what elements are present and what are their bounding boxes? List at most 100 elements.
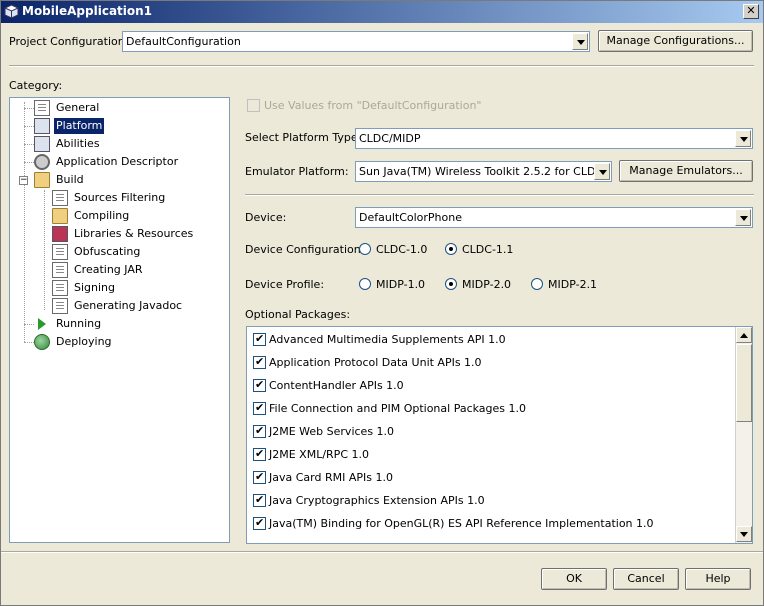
category-item-label: Sources Filtering (74, 191, 166, 204)
tree-guide (24, 342, 34, 343)
package-checkbox[interactable] (253, 447, 266, 461)
package-label: J2ME Web Services 1.0 (269, 425, 395, 438)
device-combo[interactable]: DefaultColorPhone (355, 207, 753, 228)
package-label: J2ME XML/RPC 1.0 (269, 448, 369, 461)
cancel-button[interactable]: Cancel (613, 568, 679, 590)
category-label: Category: (9, 79, 63, 92)
divider (9, 65, 754, 67)
vertical-scrollbar[interactable] (735, 327, 752, 543)
help-button[interactable]: Help (685, 568, 751, 590)
package-checkbox[interactable] (253, 332, 266, 346)
package-checkbox[interactable] (253, 355, 266, 369)
radio-midp-1-0-label: MIDP-1.0 (376, 278, 426, 291)
tree-guide (24, 162, 34, 163)
document-icon (52, 262, 68, 278)
emulator-platform-label: Emulator Platform: (245, 165, 349, 178)
scroll-thumb[interactable] (736, 344, 752, 422)
tree-guide (24, 102, 25, 342)
tree-guide (24, 144, 34, 145)
platform-type-value: CLDC/MIDP (359, 132, 421, 145)
package-checkbox[interactable] (253, 378, 266, 392)
globe-icon (34, 334, 50, 350)
app-cube-icon (4, 4, 19, 19)
radio-midp-2-1[interactable] (531, 278, 543, 290)
package-checkbox[interactable] (253, 516, 266, 530)
package-label: Application Protocol Data Unit APIs 1.0 (269, 356, 482, 369)
radio-midp-1-0[interactable] (359, 278, 371, 290)
folder-icon (34, 172, 50, 188)
emulator-platform-combo[interactable]: Sun Java(TM) Wireless Toolkit 2.5.2 for … (355, 161, 612, 182)
device-profile-label: Device Profile: (245, 278, 325, 291)
device-value: DefaultColorPhone (359, 211, 462, 224)
tree-guide (44, 190, 45, 310)
tree-guide (24, 324, 34, 325)
category-item-label: Abilities (56, 137, 100, 150)
package-checkbox[interactable] (253, 401, 266, 415)
project-config-label: Project Configuration: (9, 35, 129, 48)
optional-packages-list[interactable]: Advanced Multimedia Supplements API 1.0 … (246, 326, 753, 544)
scroll-up-icon[interactable] (736, 327, 752, 343)
manage-configurations-button[interactable]: Manage Configurations... (598, 30, 753, 52)
project-config-value: DefaultConfiguration (126, 35, 241, 48)
compile-icon (52, 208, 68, 224)
document-icon (34, 100, 50, 116)
collapse-toggle[interactable]: − (19, 176, 28, 185)
use-values-checkbox[interactable] (247, 99, 260, 112)
divider (245, 194, 754, 196)
platform-type-combo[interactable]: CLDC/MIDP (355, 128, 753, 149)
radio-cldc-1-1[interactable] (445, 243, 457, 255)
category-tree[interactable]: General Platform Abilities Application D… (9, 97, 230, 543)
package-label: Advanced Multimedia Supplements API 1.0 (269, 333, 506, 346)
category-item-label: Signing (74, 281, 116, 294)
package-label: Java Card RMI APIs 1.0 (269, 471, 393, 484)
radio-midp-2-0[interactable] (445, 278, 457, 290)
emulator-platform-value: Sun Java(TM) Wireless Toolkit 2.5.2 for … (359, 165, 604, 178)
package-label: ContentHandler APIs 1.0 (269, 379, 404, 392)
document-icon (52, 244, 68, 260)
radio-cldc-1-1-label: CLDC-1.1 (462, 243, 514, 256)
category-item-label: General (56, 101, 100, 114)
package-checkbox[interactable] (253, 424, 266, 438)
ok-button[interactable]: OK (541, 568, 607, 590)
tree-guide (24, 108, 34, 109)
divider (1, 551, 763, 553)
close-icon: ✕ (746, 4, 756, 17)
category-item-label: Deploying (56, 335, 112, 348)
category-item-label: Libraries & Resources (74, 227, 194, 240)
package-checkbox[interactable] (253, 493, 266, 507)
filter-icon (52, 190, 68, 206)
package-label: Java Cryptographics Extension APIs 1.0 (269, 494, 485, 507)
books-icon (52, 226, 68, 242)
close-button[interactable]: ✕ (743, 4, 759, 19)
gear-icon (34, 154, 50, 170)
device-label: Device: (245, 211, 287, 224)
project-config-combo[interactable]: DefaultConfiguration (122, 31, 590, 52)
category-item-label: Compiling (74, 209, 130, 222)
tree-guide (24, 126, 34, 127)
category-item-label: Build (56, 173, 84, 186)
category-item-label: Application Descriptor (56, 155, 179, 168)
category-item-label: Generating Javadoc (74, 299, 183, 312)
package-checkbox[interactable] (253, 470, 266, 484)
chip-icon (34, 118, 50, 134)
radio-cldc-1-0[interactable] (359, 243, 371, 255)
title-bar[interactable]: MobileApplication1 ✕ (1, 1, 763, 23)
chevron-down-icon[interactable] (572, 33, 588, 50)
package-label: File Connection and PIM Optional Package… (269, 402, 527, 415)
category-item-label: Creating JAR (74, 263, 143, 276)
manage-emulators-button[interactable]: Manage Emulators... (619, 160, 753, 182)
dialog-window: MobileApplication1 ✕ Project Configurati… (0, 0, 764, 606)
platform-type-label: Select Platform Type: (245, 131, 362, 144)
scroll-down-icon[interactable] (736, 526, 752, 542)
package-label: Java(TM) Binding for OpenGL(R) ES API Re… (269, 517, 654, 530)
category-item-label: Platform (54, 118, 105, 134)
javadoc-icon (52, 298, 68, 314)
chevron-down-icon[interactable] (594, 163, 610, 180)
signature-icon (52, 280, 68, 296)
optional-packages-label: Optional Packages: (245, 308, 351, 321)
category-item-label: Obfuscating (74, 245, 141, 258)
chevron-down-icon[interactable] (735, 130, 751, 147)
chevron-down-icon[interactable] (735, 209, 751, 226)
chip-icon (34, 136, 50, 152)
radio-midp-2-1-label: MIDP-2.1 (548, 278, 598, 291)
